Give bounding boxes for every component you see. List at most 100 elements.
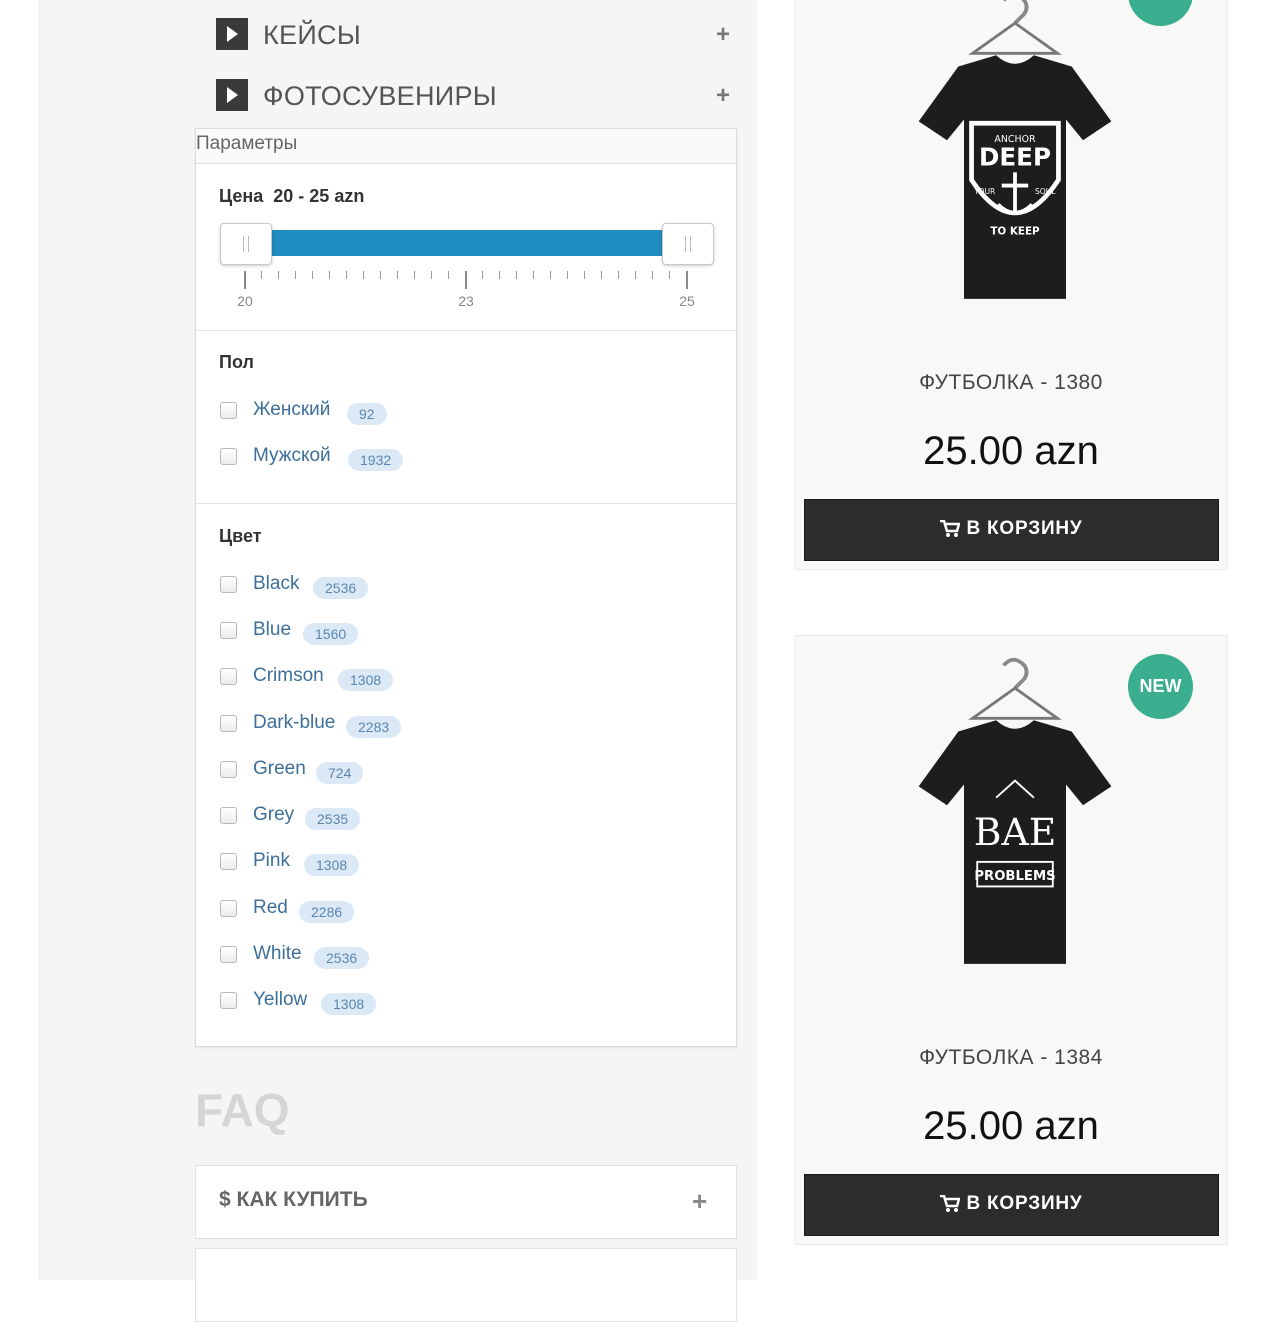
- option-label[interactable]: Мужской: [253, 445, 331, 467]
- tshirt-image[interactable]: BAE PROBLEMS: [885, 656, 1145, 996]
- option-label[interactable]: Grey: [253, 804, 294, 826]
- add-to-cart-button[interactable]: В КОРЗИНУ: [804, 1174, 1219, 1236]
- add-to-cart-button[interactable]: В КОРЗИНУ: [804, 499, 1219, 561]
- product-card[interactable]: NEW DEEP ANCHOR YOUR SOUL TO KEEP ФУТБОЛ…: [794, 0, 1228, 570]
- hanger-icon: [968, 657, 1062, 720]
- cart-icon: [940, 519, 961, 537]
- option-label[interactable]: Green: [253, 758, 306, 780]
- faq-item-label: $ КАК КУПИТЬ: [219, 1188, 368, 1211]
- product-price: 25.00 azn: [923, 429, 1099, 473]
- checkbox[interactable]: [220, 992, 237, 1009]
- count-badge: 2536: [314, 947, 370, 969]
- category-label: КЕЙСЫ: [263, 20, 362, 50]
- checkbox[interactable]: [220, 448, 237, 465]
- slider-tick: [465, 271, 467, 289]
- slider-tick: [295, 271, 296, 279]
- slider-tick: [669, 271, 670, 279]
- slider-tick: [346, 271, 347, 279]
- cart-icon: [940, 1194, 961, 1212]
- slider-tick: [601, 271, 602, 279]
- category-label: ФОТОСУВЕНИРЫ: [263, 81, 497, 111]
- slider-tick: [482, 271, 483, 279]
- option-label[interactable]: Red: [253, 897, 288, 919]
- product-name[interactable]: ФУТБОЛКА - 1384: [795, 1046, 1227, 1070]
- slider-tick: [635, 271, 636, 279]
- option-label[interactable]: White: [253, 943, 302, 965]
- filter-panel: Параметры Цена 20 - 25 azn 20 23 25 Пол …: [195, 128, 737, 1047]
- price-slider-range: [270, 230, 668, 256]
- price-range-text: 20 - 25 azn: [273, 186, 365, 206]
- print-problems: PROBLEMS: [974, 869, 1055, 884]
- print-anchor: ANCHOR: [994, 134, 1036, 145]
- plus-icon[interactable]: +: [716, 18, 730, 52]
- slider-tick: [278, 271, 279, 279]
- plus-icon[interactable]: +: [716, 79, 730, 113]
- checkbox[interactable]: [220, 807, 237, 824]
- option-label[interactable]: Blue: [253, 619, 291, 641]
- option-label[interactable]: Pink: [253, 850, 290, 872]
- option-label[interactable]: Crimson: [253, 665, 324, 687]
- count-badge: 1308: [304, 854, 360, 876]
- count-badge: 2286: [299, 901, 355, 923]
- option-label[interactable]: Dark-blue: [253, 712, 335, 734]
- slider-tick: [329, 271, 330, 279]
- slider-tick: [448, 271, 449, 279]
- add-to-cart-label: В КОРЗИНУ: [966, 518, 1083, 539]
- product-card[interactable]: NEW BAE PROBLEMS ФУТБОЛКА - 1384 25.00 a…: [794, 635, 1228, 1245]
- option-label[interactable]: Yellow: [253, 989, 307, 1011]
- slider-tick: [652, 271, 653, 279]
- play-arrow-icon: [216, 18, 248, 50]
- checkbox[interactable]: [220, 900, 237, 917]
- checkbox[interactable]: [220, 668, 237, 685]
- checkbox[interactable]: [220, 402, 237, 419]
- checkbox[interactable]: [220, 761, 237, 778]
- slider-tick: [431, 271, 432, 279]
- option-label[interactable]: Black: [253, 573, 299, 595]
- print-soul: SOUL: [1035, 187, 1056, 196]
- checkbox[interactable]: [220, 853, 237, 870]
- slider-tick: [414, 271, 415, 279]
- slider-tick: [516, 271, 517, 279]
- checkbox[interactable]: [220, 946, 237, 963]
- slider-tick: [567, 271, 568, 279]
- slider-tick: [380, 271, 381, 279]
- print-deep: DEEP: [979, 143, 1051, 172]
- tick-label-min: 20: [237, 293, 253, 309]
- option-label[interactable]: Женский: [253, 399, 330, 421]
- price-slider-ticks: [244, 271, 688, 291]
- price-slider-max-handle[interactable]: [662, 223, 714, 265]
- tshirt-image[interactable]: DEEP ANCHOR YOUR SOUL TO KEEP: [885, 0, 1145, 331]
- color-section: Цвет Black 2536 Blue 1560 Crimson 1308 D…: [196, 504, 736, 1044]
- slider-tick: [618, 271, 619, 279]
- category-cases[interactable]: КЕЙСЫ +: [216, 16, 746, 56]
- price-slider[interactable]: [220, 223, 714, 265]
- faq-title: FAQ: [195, 1084, 290, 1136]
- print-your: YOUR: [973, 187, 996, 196]
- count-badge: 1308: [321, 993, 377, 1015]
- category-photo-souvenirs[interactable]: ФОТОСУВЕНИРЫ +: [216, 77, 746, 117]
- faq-item-how-to-buy[interactable]: $ КАК КУПИТЬ +: [195, 1165, 737, 1239]
- product-name[interactable]: ФУТБОЛКА - 1380: [795, 371, 1227, 395]
- count-badge: 92: [347, 403, 387, 425]
- plus-icon[interactable]: +: [692, 1186, 707, 1217]
- gender-section: Пол Женский 92 Мужской 1932: [196, 330, 736, 504]
- print-bae: BAE: [974, 810, 1057, 854]
- checkbox[interactable]: [220, 715, 237, 732]
- count-badge: 724: [316, 762, 364, 784]
- price-slider-min-handle[interactable]: [220, 223, 272, 265]
- slider-tick: [244, 271, 246, 289]
- gender-title: Пол: [219, 352, 254, 372]
- slider-tick: [550, 271, 551, 279]
- faq-item-next[interactable]: [195, 1248, 737, 1322]
- slider-tick: [363, 271, 364, 279]
- checkbox[interactable]: [220, 622, 237, 639]
- checkbox[interactable]: [220, 576, 237, 593]
- slider-tick: [533, 271, 534, 279]
- filter-panel-title: Параметры: [196, 133, 298, 154]
- hanger-icon: [968, 0, 1062, 55]
- slider-tick: [312, 271, 313, 279]
- color-title: Цвет: [219, 526, 262, 546]
- filter-panel-header: Параметры: [196, 129, 736, 164]
- count-badge: 1560: [303, 623, 359, 645]
- price-title: Цена 20 - 25 azn: [219, 186, 365, 206]
